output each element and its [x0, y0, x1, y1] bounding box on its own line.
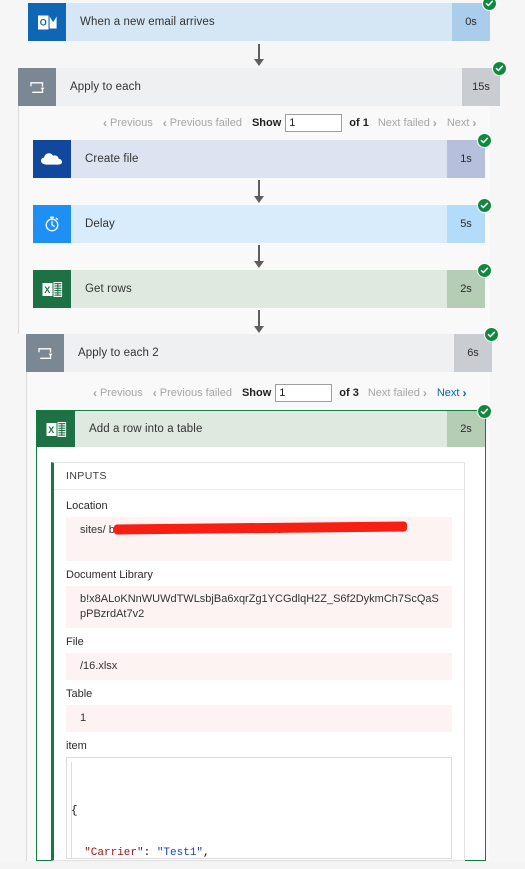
field-label-item: item [66, 740, 87, 752]
document-library-text: b!x8ALoKNnWUWdTWLsbjBa6xqrZg1YCGdlqH2Z_S… [80, 593, 439, 620]
next-label: Next [446, 117, 470, 129]
svg-text:X: X [48, 424, 54, 434]
field-label-document-library: Document Library [66, 569, 153, 581]
table-text: 1 [80, 712, 87, 724]
field-label-table: Table [66, 688, 93, 700]
inputs-panel: INPUTS Location sites/ b1a-0858-4867-a87… [51, 462, 465, 861]
loop-icon [18, 68, 56, 106]
excel-icon: X [37, 411, 75, 447]
field-value-location: sites/ b1a-0858-4867-a87d-99fd2e9fd83c [66, 517, 452, 561]
json-line: { [71, 805, 78, 817]
action-title: Apply to each [70, 81, 141, 93]
show-label: Show [241, 387, 272, 399]
svg-text:X: X [44, 284, 50, 294]
connector-arrow [252, 180, 266, 204]
previous-label: Previous [110, 117, 153, 129]
previous-button[interactable]: ‹ Previous [93, 386, 143, 400]
status-succeeded-icon [482, 0, 497, 11]
previous-failed-button[interactable]: ‹ Previous failed [163, 116, 242, 130]
status-succeeded-icon [477, 404, 492, 419]
file-text: /16.xlsx [80, 660, 118, 672]
of-total-label: of 3 [339, 387, 359, 399]
chevron-left-icon: ‹ [93, 386, 97, 400]
flow-run-canvas: O When a new email arrives 0s Apply to e… [0, 0, 525, 861]
action-title: Get rows [85, 283, 132, 295]
timer-icon [33, 205, 71, 243]
page-number-input[interactable] [285, 114, 343, 132]
field-label-file: File [66, 636, 84, 648]
chevron-right-icon: › [432, 116, 437, 130]
connector-arrow [252, 245, 266, 269]
field-value-file: /16.xlsx [66, 653, 452, 680]
redaction-mark-location [113, 521, 408, 535]
next-failed-button[interactable]: Next failed › [368, 386, 427, 400]
action-title: Create file [85, 153, 139, 165]
code-fold-gutter [71, 762, 72, 858]
excel-icon: X [33, 270, 71, 308]
field-label-location: Location [66, 500, 108, 512]
next-label: Next [436, 387, 460, 399]
action-title: Apply to each 2 [78, 347, 159, 359]
inputs-panel-header: INPUTS [54, 463, 464, 490]
next-button[interactable]: Next › [447, 116, 477, 130]
previous-failed-label: Previous failed [169, 117, 242, 129]
action-card-create-file[interactable]: Create file 1s [33, 133, 492, 178]
chevron-right-icon: › [472, 116, 477, 130]
previous-button[interactable]: ‹ Previous [103, 116, 153, 130]
action-card-get-rows[interactable]: X Get rows 2s [33, 263, 492, 308]
next-failed-button[interactable]: Next failed › [378, 116, 437, 130]
action-card-delay[interactable]: Delay 5s [33, 198, 492, 243]
onedrive-icon [33, 140, 71, 178]
status-succeeded-icon [477, 198, 492, 213]
connector-arrow [252, 310, 266, 334]
json-line: "Carrier": "Test1", [84, 847, 210, 859]
previous-label: Previous [100, 387, 143, 399]
action-card-apply-to-each[interactable]: Apply to each 15s [18, 61, 507, 106]
action-title: Add a row into a table [89, 423, 203, 435]
status-succeeded-icon [477, 263, 492, 278]
show-label: Show [251, 117, 282, 129]
action-card-apply-to-each-2[interactable]: Apply to each 2 6s [26, 327, 499, 372]
inputs-panel-body: Location sites/ b1a-0858-4867-a87d-99fd2… [54, 490, 464, 869]
action-title: When a new email arrives [80, 16, 215, 28]
field-value-table: 1 [66, 705, 452, 732]
status-succeeded-icon [484, 327, 499, 342]
pagination-apply-to-each[interactable]: ‹ Previous ‹ Previous failed Show of 1 N… [103, 113, 486, 133]
outlook-icon: O [28, 3, 66, 41]
action-card-when-a-new-email-arrives[interactable]: O When a new email arrives 0s [28, 0, 497, 41]
previous-failed-label: Previous failed [159, 387, 232, 399]
status-succeeded-icon [477, 133, 492, 148]
next-button[interactable]: Next › [437, 386, 467, 400]
chevron-left-icon: ‹ [103, 116, 107, 130]
previous-failed-button[interactable]: ‹ Previous failed [153, 386, 232, 400]
svg-text:O: O [39, 17, 46, 27]
status-succeeded-icon [492, 61, 507, 76]
connector-arrow [252, 44, 266, 66]
chevron-right-icon: › [422, 386, 427, 400]
of-total-label: of 1 [349, 117, 369, 129]
field-value-document-library: b!x8ALoKNnWUWdTWLsbjBa6xqrZg1YCGdlqH2Z_S… [66, 586, 452, 628]
pagination-apply-to-each-2[interactable]: ‹ Previous ‹ Previous failed Show of 3 N… [93, 383, 476, 403]
action-title: Delay [85, 218, 115, 230]
action-card-add-a-row-into-a-table[interactable]: X Add a row into a table 2s [36, 404, 492, 447]
chevron-right-icon: › [462, 386, 467, 400]
next-failed-label: Next failed [377, 117, 430, 129]
page-number-input[interactable] [275, 384, 333, 402]
chevron-left-icon: ‹ [152, 386, 157, 400]
loop-icon [26, 334, 64, 372]
field-value-item-json: { "Carrier": "Test1", "E-mails": "T om",… [66, 757, 452, 859]
chevron-left-icon: ‹ [162, 116, 167, 130]
next-failed-label: Next failed [367, 387, 420, 399]
